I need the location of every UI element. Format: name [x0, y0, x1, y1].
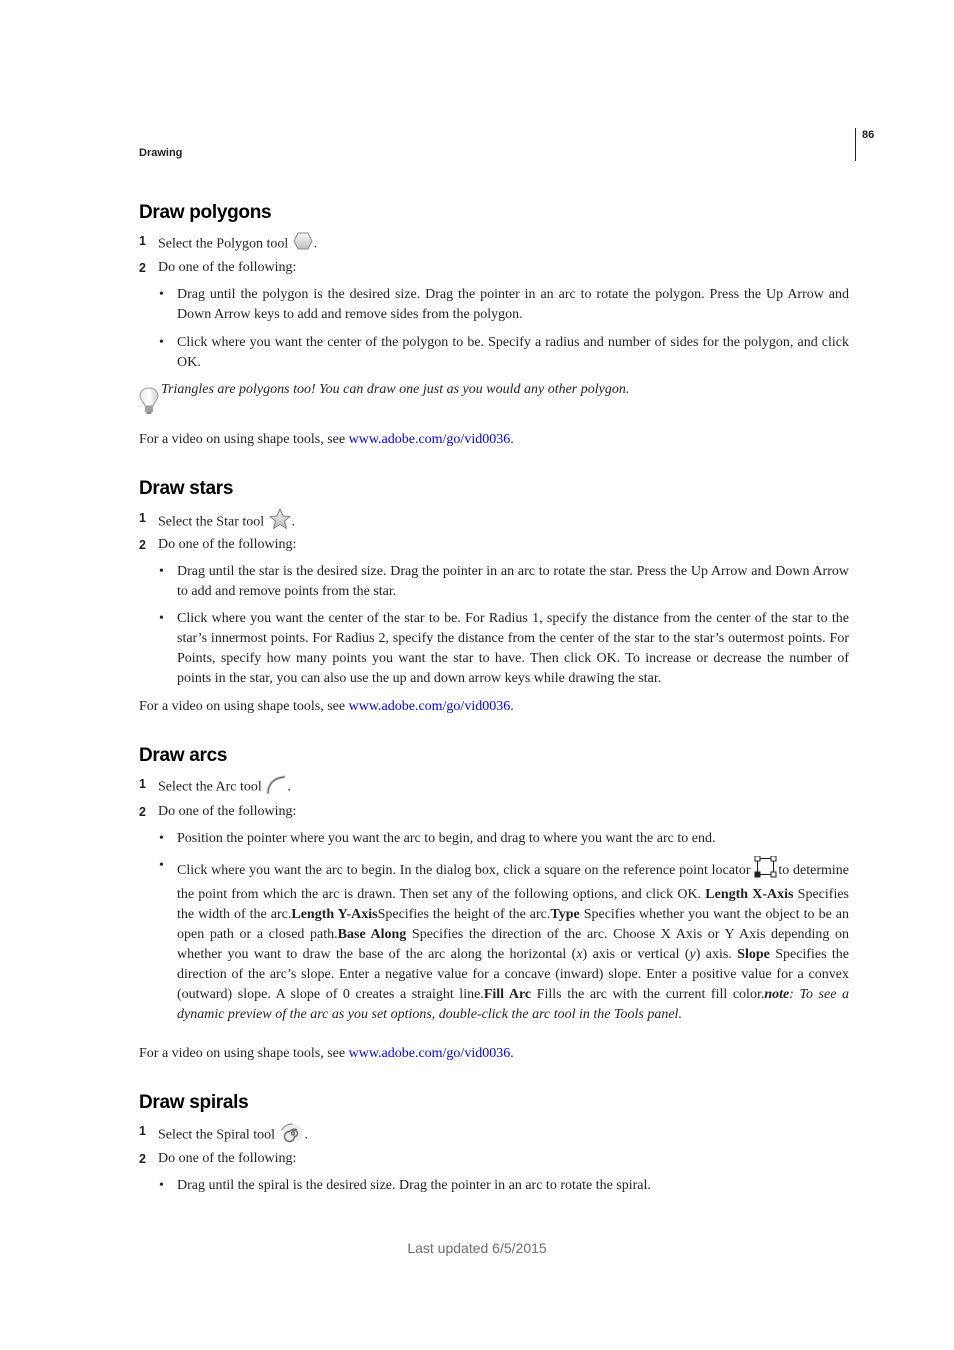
bullet-marker: •	[159, 831, 164, 846]
bullet-marker: •	[159, 611, 164, 626]
bullet-marker: •	[159, 1178, 164, 1193]
video-reference: For a video on using shape tools, see ww…	[139, 1044, 514, 1064]
spiral-tool-icon	[279, 1121, 305, 1150]
list-item-arc-options: Click where you want the arc to begin. I…	[177, 855, 849, 1025]
step-text: Select the Spiral tool	[158, 1127, 276, 1143]
list-item: Position the pointer where you want the …	[177, 831, 716, 846]
polygon-tool-icon	[292, 231, 314, 258]
section-title-arcs: Draw arcs	[139, 745, 228, 766]
page-number: 86	[862, 129, 875, 141]
option-label-length-y: Length Y-Axis	[291, 907, 378, 922]
step-number: 2	[139, 1152, 146, 1166]
period: .	[304, 1127, 309, 1143]
step-number: 2	[139, 538, 146, 552]
list-item: Drag until the spiral is the desired siz…	[177, 1178, 651, 1193]
period: .	[510, 699, 514, 714]
section-title-spirals: Draw spirals	[139, 1092, 249, 1113]
step-text: Do one of the following:	[158, 804, 297, 819]
period: .	[291, 514, 296, 530]
step-number: 1	[139, 511, 146, 525]
note-label: note	[764, 987, 790, 1002]
bullet-marker: •	[159, 287, 164, 302]
tip-text: Triangles are polygons too! You can draw…	[161, 382, 630, 397]
step-text: Do one of the following:	[158, 260, 297, 275]
video-link[interactable]: www.adobe.com/go/vid0036	[349, 699, 511, 714]
video-link[interactable]: www.adobe.com/go/vid0036	[349, 432, 511, 447]
bullet-marker: •	[159, 335, 164, 350]
step-number: 1	[139, 1124, 146, 1138]
step-number: 2	[139, 261, 146, 275]
option-text: ) axis.	[695, 947, 738, 962]
video-reference: For a video on using shape tools, see ww…	[139, 430, 514, 450]
period: .	[313, 236, 318, 252]
list-item: Click where you want the center of the s…	[177, 611, 849, 686]
step-select-polygon: Select the Polygon tool .	[158, 231, 317, 258]
option-label-slope: Slope	[737, 947, 770, 962]
step-number: 1	[139, 234, 146, 248]
section-title-polygons: Draw polygons	[139, 202, 272, 223]
video-prefix: For a video on using shape tools, see	[139, 1046, 349, 1061]
step-text: Select the Star tool	[158, 514, 265, 530]
step-number: 2	[139, 805, 146, 819]
list-item: Drag until the polygon is the desired si…	[177, 287, 849, 322]
list-item: Click where you want the center of the p…	[177, 335, 849, 370]
lightbulb-tip-icon	[138, 386, 160, 421]
option-label-length-x: Length X-Axis	[705, 887, 794, 902]
list-item: Drag until the star is the desired size.…	[177, 564, 849, 599]
option-text: Specifies the height of the arc.	[377, 907, 551, 922]
step-text: Select the Polygon tool	[158, 236, 289, 252]
option-label-base-along: Base Along	[337, 927, 407, 942]
step-text: Do one of the following:	[158, 537, 297, 552]
period: .	[287, 779, 291, 795]
arc-intro-text: Click where you want the arc to begin. I…	[177, 863, 751, 878]
step-text: Select the Arc tool	[158, 779, 262, 795]
video-prefix: For a video on using shape tools, see	[139, 432, 349, 447]
video-link[interactable]: www.adobe.com/go/vid0036	[349, 1046, 511, 1061]
video-reference: For a video on using shape tools, see ww…	[139, 697, 514, 717]
option-label-type: Type	[550, 907, 580, 922]
arc-tool-icon	[265, 774, 287, 801]
step-text: Do one of the following:	[158, 1151, 297, 1166]
period: .	[510, 1046, 514, 1061]
option-label-fill-arc: Fill Arc	[483, 987, 532, 1002]
star-tool-icon	[268, 508, 292, 537]
step-select-arc: Select the Arc tool .	[158, 774, 291, 801]
step-select-star: Select the Star tool .	[158, 508, 295, 537]
bullet-marker: •	[159, 564, 164, 579]
reference-point-locator-icon	[754, 855, 778, 885]
step-select-spiral: Select the Spiral tool .	[158, 1121, 308, 1150]
last-updated-footer: Last updated 6/5/2015	[407, 1240, 547, 1256]
running-head: Drawing	[139, 147, 183, 159]
period: .	[510, 432, 514, 447]
video-prefix: For a video on using shape tools, see	[139, 699, 349, 714]
section-title-stars: Draw stars	[139, 478, 234, 499]
page-number-rule	[855, 128, 856, 161]
option-text: Fills the arc with the current fill colo…	[531, 987, 765, 1002]
step-number: 1	[139, 777, 146, 791]
option-text: ) axis or vertical (	[582, 947, 690, 962]
bullet-marker: •	[159, 858, 164, 873]
